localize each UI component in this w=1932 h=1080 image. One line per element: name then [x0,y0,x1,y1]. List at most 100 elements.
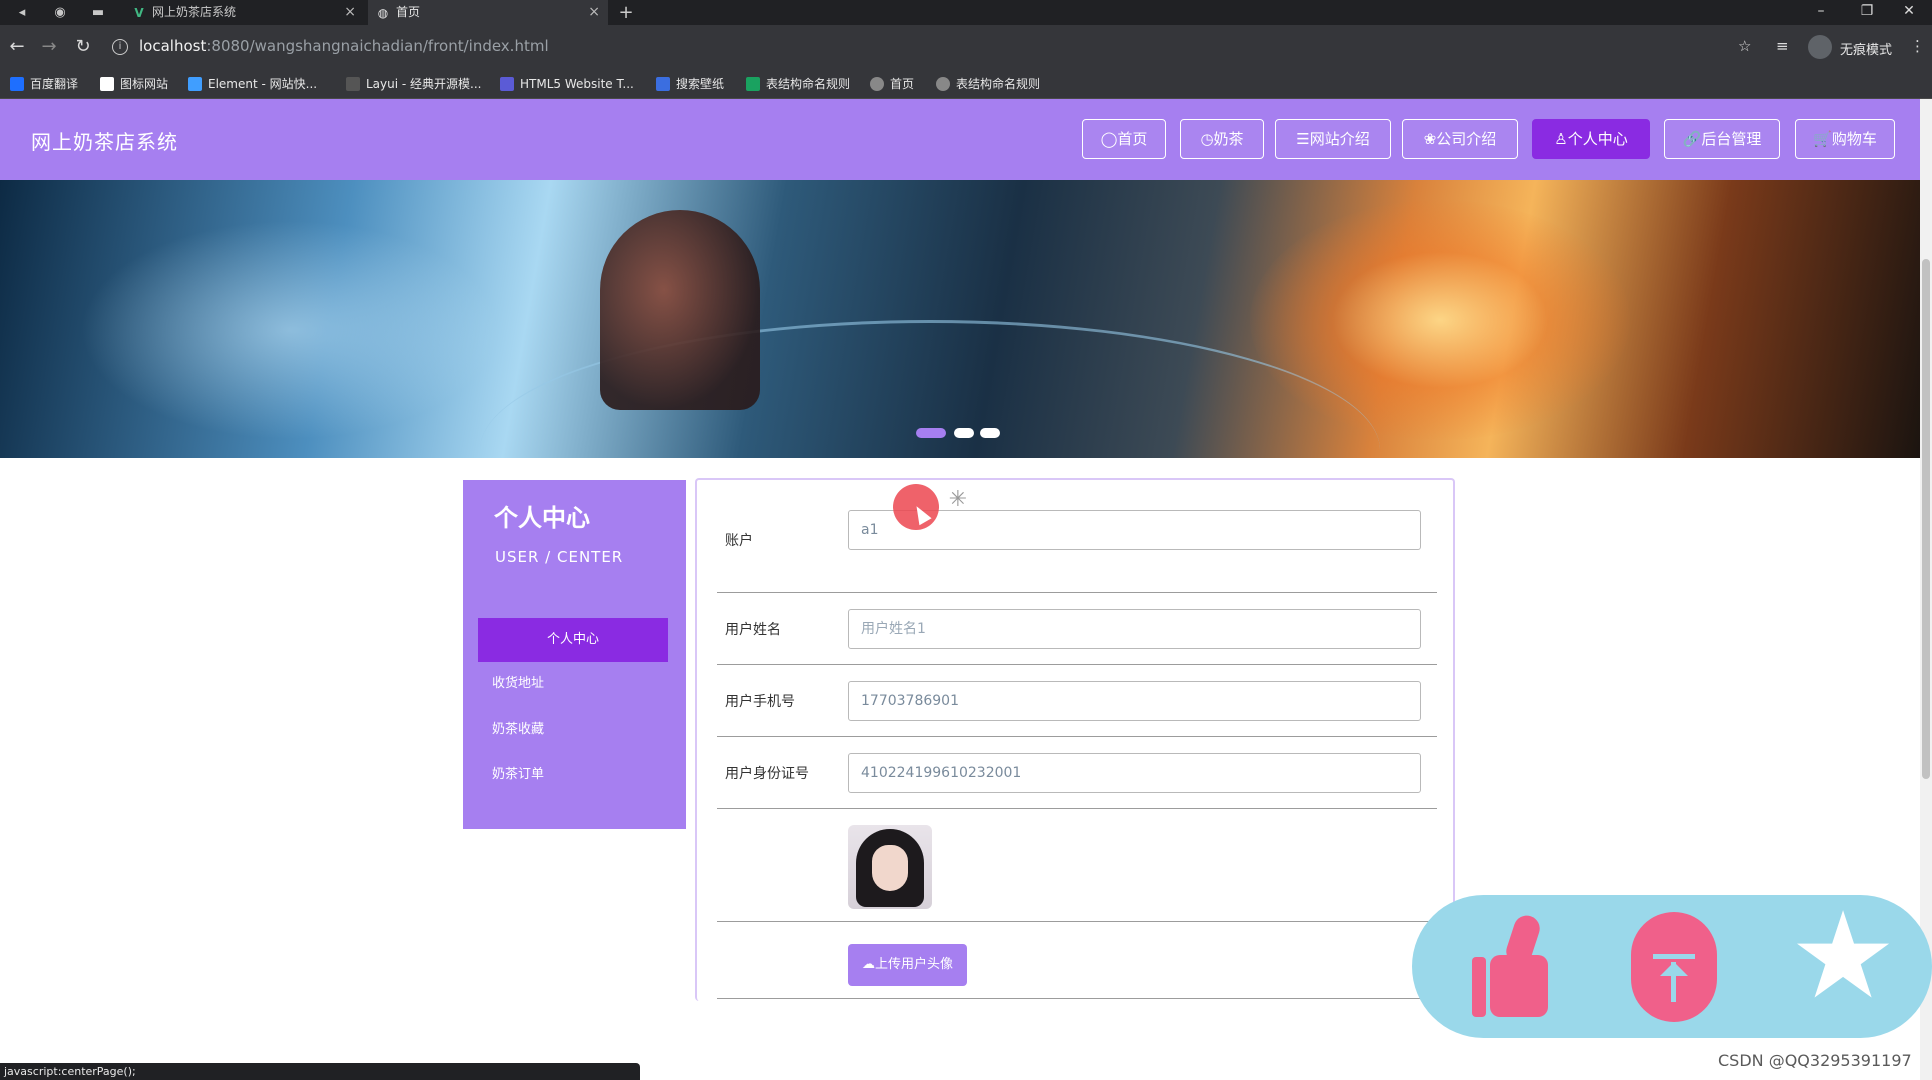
menu-kebab-icon[interactable]: ⋮ [1910,37,1925,55]
reload-icon[interactable]: ↻ [72,36,94,58]
form-row-avatar [717,809,1437,922]
banner-artwork [80,220,500,440]
url-field[interactable]: localhost:8080/wangshangnaichadian/front… [139,37,549,55]
bookmark-label: 首页 [890,77,915,91]
bookmark-label: 表结构命名规则 [956,77,1041,91]
back-to-top-icon-part [1653,954,1695,959]
carousel-dot[interactable] [954,428,974,438]
nav-cart[interactable]: 🛒购物车 [1795,119,1895,159]
globe-icon: ◍ [377,6,389,20]
sidebar-subtitle: USER / CENTER [495,548,624,566]
bookmark-item[interactable]: 百度翻译 [10,75,78,93]
banner-carousel[interactable] [0,180,1920,458]
back-icon[interactable]: ← [6,36,28,58]
back-to-top-icon[interactable] [1631,912,1717,1022]
nav-admin[interactable]: 🔗后台管理 [1664,119,1780,159]
avatar [848,825,932,909]
star-icon[interactable]: ★ [1788,897,1898,1017]
name-input[interactable]: 用户姓名1 [848,609,1421,649]
banner-artwork [1250,200,1630,440]
url-host: localhost [139,37,207,55]
bookmark-item[interactable]: 搜索壁纸 [656,75,724,93]
wallpaper-logo-icon [656,77,670,91]
globe-icon [936,77,950,91]
bookmark-favicon-icon [10,77,24,91]
incognito-icon[interactable] [1808,35,1832,59]
floating-action-widget: ★ [1412,895,1932,1038]
bookmarks-bar: 百度翻译 图标网站 Element - 网站快... Layui - 经典开源模… [0,69,1932,99]
back-to-top-icon-part [1671,962,1676,1002]
restore-icon[interactable]: ❐ [1844,0,1890,25]
account-label: 账户 [725,533,753,549]
upload-label: 上传用户头像 [874,957,953,972]
form-row-account: 账户 a1 [717,510,1437,593]
bookmark-item[interactable]: Element - 网站快... [188,75,317,93]
sidebar-item-favorites[interactable]: 奶茶收藏 [478,708,668,752]
form-row-upload: ☁上传用户头像 [717,922,1437,999]
nav-home[interactable]: ◯首页 [1082,119,1166,159]
sidebar-item-address[interactable]: 收货地址 [478,662,668,706]
speaker-icon[interactable]: ◂ [12,3,32,23]
form-row-phone: 用户手机号 17703786901 [717,665,1437,737]
bookmark-item[interactable]: 表结构命名规则 [746,75,850,93]
bookmark-item[interactable]: 表结构命名规则 [936,75,1040,93]
close-window-icon[interactable]: ✕ [1886,0,1932,25]
flag-icon [100,77,114,91]
carousel-dot[interactable] [980,428,1000,438]
minimize-icon[interactable]: – [1798,0,1844,25]
bookmark-label: 表结构命名规则 [766,77,851,91]
window-icon[interactable]: ▬ [88,3,108,23]
sidebar-item-orders[interactable]: 奶茶订单 [478,753,668,797]
phone-input[interactable]: 17703786901 [848,681,1421,721]
site-header: 网上奶茶店系统 ◯首页 ◷奶茶 ☰网站介绍 ❀公司介绍 ♙个人中心 🔗后台管理 … [0,99,1920,180]
thumbs-up-icon[interactable] [1472,912,1562,1017]
loading-spinner-icon: ✳ [948,487,968,512]
idcard-input[interactable]: 410224199610232001 [848,753,1421,793]
tab-milk-tea-system[interactable]: V 网上奶茶店系统 × [124,0,364,25]
nav-user-center[interactable]: ♙个人中心 [1532,119,1650,159]
sheet-icon [746,77,760,91]
globe-icon [870,77,884,91]
bookmark-item[interactable]: HTML5 Website T... [500,75,634,93]
bookmark-label: 图标网站 [120,77,169,91]
status-bar-url: javascript:centerPage(); [0,1063,640,1080]
bookmark-item[interactable]: 图标网站 [100,75,168,93]
bookmark-item[interactable]: 首页 [870,75,914,93]
bookmark-label: HTML5 Website T... [520,77,634,91]
address-bar: ← → ↻ i localhost:8080/wangshangnaichadi… [0,25,1932,69]
tab-home[interactable]: ◍ 首页 × [368,0,608,25]
bookmark-label: 搜索壁纸 [676,77,725,91]
form-row-partial [717,999,1437,1001]
reading-list-icon[interactable]: ≡ [1776,37,1789,55]
chrome-icon[interactable]: ◉ [50,3,70,23]
tab-title: 首页 [396,5,421,19]
profile-form-card: 账户 a1 用户姓名 用户姓名1 用户手机号 17703786901 用户身份证… [695,478,1455,1001]
nav-milk-tea[interactable]: ◷奶茶 [1180,119,1264,159]
idcard-label: 用户身份证号 [725,766,809,782]
forward-icon[interactable]: → [38,36,60,58]
vue-logo-icon: V [134,6,144,20]
bookmark-star-icon[interactable]: ☆ [1738,37,1751,55]
nav-site-intro[interactable]: ☰网站介绍 [1275,119,1391,159]
close-icon[interactable]: × [344,0,356,25]
scrollbar-thumb[interactable] [1922,259,1930,779]
site-title[interactable]: 网上奶茶店系统 [31,126,178,155]
html5-logo-icon [500,77,514,91]
close-icon[interactable]: × [588,0,600,25]
bookmark-label: Layui - 经典开源模... [366,77,482,91]
sidebar-item-user-center[interactable]: 个人中心 [478,618,668,662]
url-path: :8080/wangshangnaichadian/front/index.ht… [206,37,549,55]
nav-company-intro[interactable]: ❀公司介绍 [1402,119,1518,159]
thumbs-up-icon-part [1472,957,1486,1017]
new-tab-button[interactable]: + [614,0,638,25]
sidebar-title: 个人中心 [494,504,590,532]
upload-avatar-button[interactable]: ☁上传用户头像 [848,944,967,986]
carousel-dot[interactable] [916,428,946,438]
incognito-label: 无痕模式 [1840,43,1893,58]
cloud-upload-icon: ☁ [861,957,875,972]
site-info-icon[interactable]: i [112,39,128,55]
bookmark-item[interactable]: Layui - 经典开源模... [346,75,481,93]
avatar-image [872,845,908,891]
banner-artwork [600,210,760,410]
watermark: CSDN @QQ3295391197 [1718,1051,1912,1070]
